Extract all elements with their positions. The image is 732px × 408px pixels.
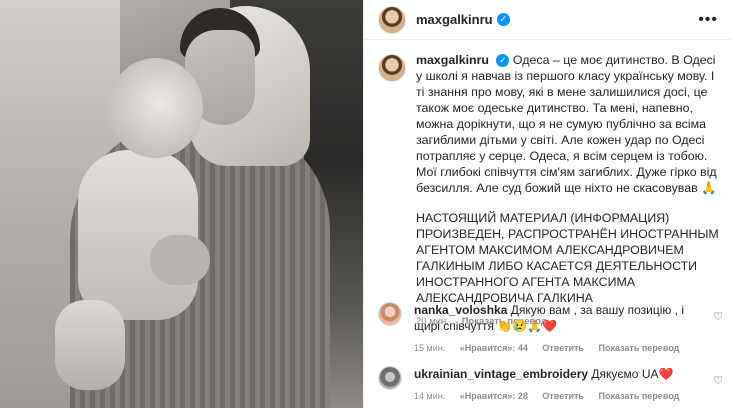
comment-translate-button[interactable]: Показать перевод [598, 343, 679, 353]
caption-verified-icon: ✓ [496, 54, 510, 68]
verified-badge-icon: ✓ [496, 13, 510, 26]
comment-time: 15 мин. [414, 343, 446, 353]
comment-item: nanka_voloshka Дякую вам , за вашу позиц… [378, 302, 723, 356]
caption-text-ua: Одеса – це моє дитинство. В Одесі у школ… [416, 53, 717, 195]
comment-text-line: ukrainian_vintage_embroidery Дякуємо UA❤… [414, 366, 704, 382]
comment-likes[interactable]: «Нравится»: 44 [460, 343, 528, 353]
comment-translate-button[interactable]: Показать перевод [598, 391, 679, 401]
caption-username[interactable]: maxgalkinru [416, 53, 489, 67]
like-heart-icon[interactable]: ♡ [713, 374, 723, 387]
caption-avatar[interactable] [378, 54, 406, 82]
author-avatar[interactable] [378, 5, 406, 34]
post-header: maxgalkinru ✓ ••• [364, 0, 732, 40]
commenter-username[interactable]: nanka_voloshka [414, 303, 507, 317]
comment-reply-button[interactable]: Ответить [542, 343, 584, 353]
caption-text-ru: НАСТОЯЩИЙ МАТЕРИАЛ (ИНФОРМАЦИЯ) ПРОИЗВЕД… [416, 211, 719, 305]
comment-text-line: nanka_voloshka Дякую вам , за вашу позиц… [414, 302, 704, 334]
commenter-avatar[interactable] [378, 366, 402, 390]
comment-body: ukrainian_vintage_embroidery Дякуємо UA❤… [414, 366, 704, 404]
more-options-icon[interactable]: ••• [698, 11, 718, 29]
photo-baby-leg [55, 300, 125, 390]
comment-time: 14 мин. [414, 391, 446, 401]
comment-reply-button[interactable]: Ответить [542, 391, 584, 401]
author-username[interactable]: maxgalkinru [416, 12, 493, 27]
like-heart-icon[interactable]: ♡ [713, 310, 723, 323]
commenter-username[interactable]: ukrainian_vintage_embroidery [414, 367, 588, 381]
caption-paragraph-ua: maxgalkinru ✓ Одеса – це моє дитинство. … [416, 52, 721, 196]
comment-text: Дякуємо UA❤️ [591, 367, 674, 381]
photo-woman-hand [150, 235, 210, 285]
caption-body: maxgalkinru ✓ Одеса – це моє дитинство. … [416, 52, 721, 330]
comment-likes[interactable]: «Нравится»: 28 [460, 391, 528, 401]
commenter-avatar[interactable] [378, 302, 402, 326]
comment-body: nanka_voloshka Дякую вам , за вашу позиц… [414, 302, 704, 356]
post-side-panel: maxgalkinru ✓ ••• maxgalkinru ✓ Одеса – … [363, 0, 732, 408]
photo-baby-head [108, 58, 203, 158]
comment-meta: 15 мин. «Нравится»: 44 Ответить Показать… [414, 340, 704, 356]
comment-item: ukrainian_vintage_embroidery Дякуємо UA❤… [378, 366, 723, 404]
post-photo[interactable] [0, 0, 363, 408]
comment-meta: 14 мин. «Нравится»: 28 Ответить Показать… [414, 388, 704, 404]
post-caption: maxgalkinru ✓ Одеса – це моє дитинство. … [378, 52, 723, 330]
